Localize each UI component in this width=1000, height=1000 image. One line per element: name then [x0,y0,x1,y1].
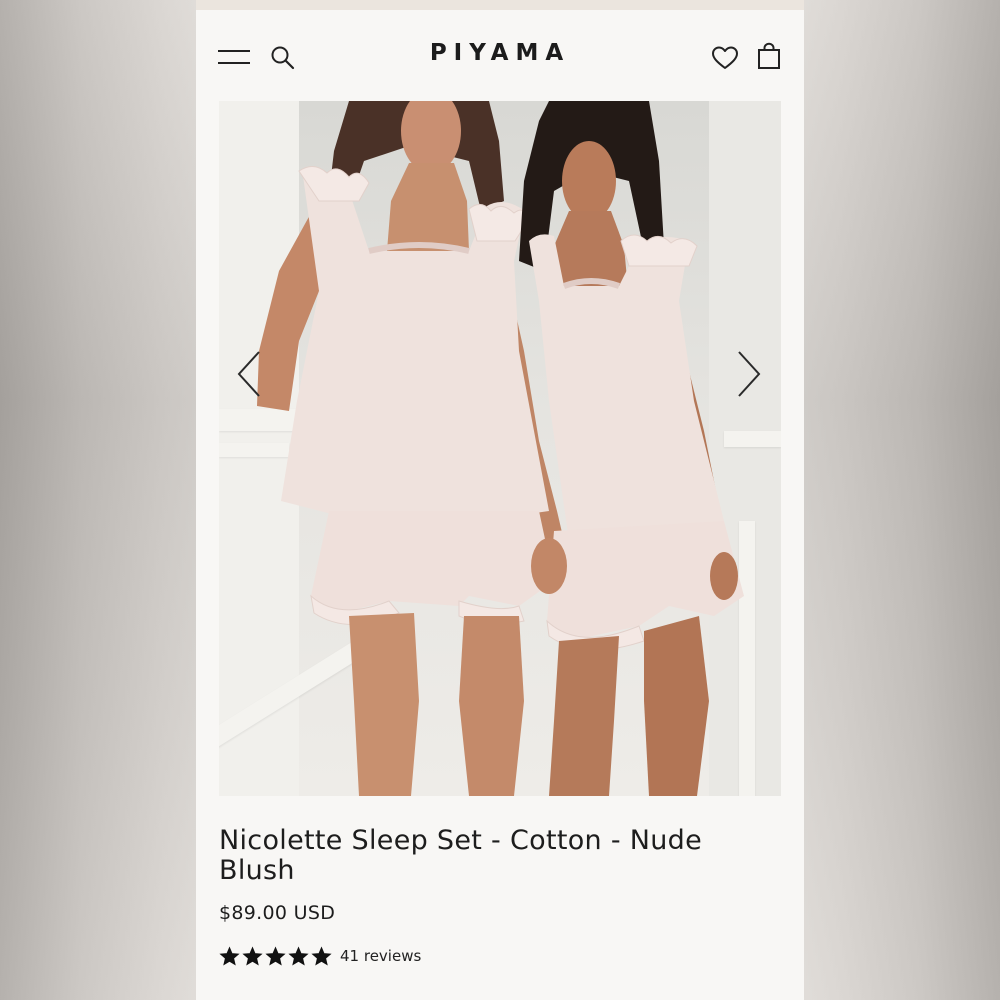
star-icon [265,945,286,966]
cart-button[interactable] [756,42,782,70]
product-rating[interactable]: 41 reviews [219,944,421,968]
gallery-prev-button[interactable] [231,344,271,404]
rating-stars [219,945,332,967]
reviews-link[interactable]: 41 reviews [340,947,421,965]
product-photo-models [257,101,744,796]
site-header: PIYAMA [196,10,804,100]
star-icon [288,945,309,966]
shopping-bag-icon [758,42,780,69]
chevron-right-icon [738,351,761,397]
product-image-gallery[interactable] [219,101,781,796]
star-icon [311,945,332,966]
star-icon [219,945,240,966]
chevron-left-icon [237,351,260,397]
blurred-background-right [804,0,1000,1000]
announcement-bar [196,0,804,10]
product-price: $89.00 USD [219,902,336,924]
heart-icon [712,46,738,69]
blurred-background-left [0,0,196,1000]
star-icon [242,945,263,966]
wishlist-button[interactable] [711,45,739,71]
product-title: Nicolette Sleep Set - Cotton - Nude Blus… [219,825,703,886]
mobile-page: PIYAMA Nicolette Sleep Set - Cotton - Nu… [196,0,804,1000]
gallery-next-button[interactable] [729,344,769,404]
